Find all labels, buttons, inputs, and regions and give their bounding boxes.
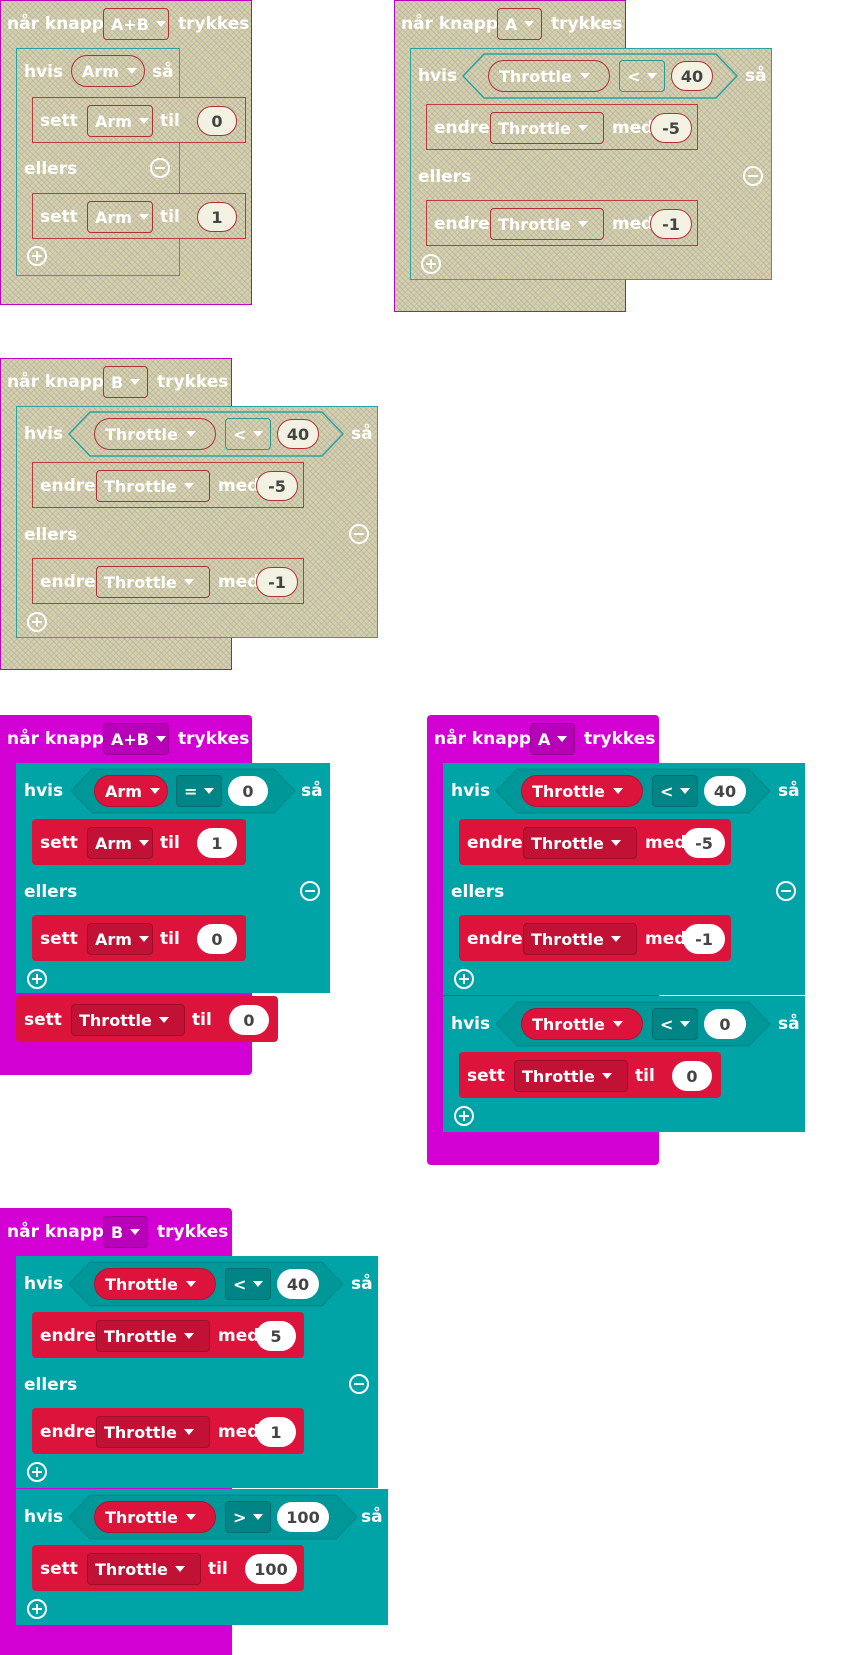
variable-dropdown[interactable]: Throttle — [94, 1501, 216, 1533]
dropdown-caret-icon — [183, 1429, 194, 1435]
variable-dropdown[interactable]: Throttle — [96, 1416, 210, 1448]
dropdown-caret-icon — [183, 1333, 194, 1339]
dropdown-caret-icon — [253, 1281, 264, 1287]
change-label: endre — [40, 1422, 96, 1442]
by-label: med — [218, 1326, 260, 1346]
operator-dropdown[interactable]: > — [225, 1501, 271, 1533]
program-6: når knapp B trykkes hvis Throttle < 40 s… — [0, 0, 854, 1655]
value-input[interactable]: 40 — [277, 1269, 319, 1299]
button-dropdown[interactable]: B — [103, 1216, 148, 1248]
variable-dropdown[interactable]: Throttle — [87, 1553, 201, 1585]
dropdown-caret-icon — [185, 1281, 196, 1287]
variable-dropdown[interactable]: Throttle — [96, 1320, 210, 1352]
minus-icon[interactable] — [349, 1374, 369, 1394]
by-label: med — [218, 1422, 260, 1442]
if-label: hvis — [24, 1274, 64, 1294]
event-label: når knapp — [7, 1222, 105, 1242]
value-input[interactable]: 100 — [245, 1554, 297, 1584]
plus-icon[interactable] — [27, 1462, 47, 1482]
then-label: så — [361, 1507, 383, 1527]
change-label: endre — [40, 1326, 96, 1346]
value-input[interactable]: 100 — [277, 1502, 329, 1532]
value-input[interactable]: 1 — [256, 1417, 296, 1447]
event-suffix: trykkes — [157, 1222, 229, 1242]
else-label: ellers — [24, 1375, 78, 1395]
variable-dropdown[interactable]: Throttle — [94, 1268, 216, 1300]
dropdown-caret-icon — [253, 1514, 264, 1520]
dropdown-caret-icon — [130, 1229, 141, 1235]
operator-dropdown[interactable]: < — [225, 1268, 271, 1300]
dropdown-caret-icon — [185, 1514, 196, 1520]
plus-icon[interactable] — [27, 1599, 47, 1619]
then-label: så — [351, 1274, 373, 1294]
to-label: til — [208, 1559, 228, 1579]
value-input[interactable]: 5 — [256, 1321, 296, 1351]
dropdown-caret-icon — [174, 1566, 185, 1572]
set-label: sett — [40, 1559, 78, 1579]
if-label: hvis — [24, 1507, 64, 1527]
